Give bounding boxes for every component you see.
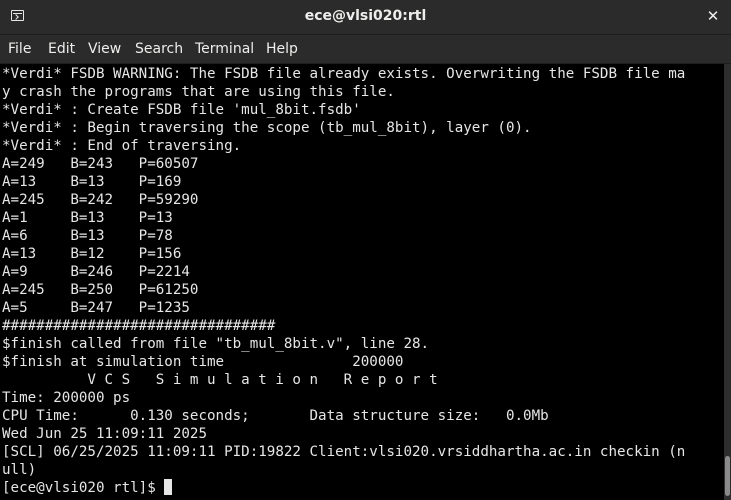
title-bar[interactable]: ece@vlsi020:rtl ✕ bbox=[0, 0, 731, 35]
terminal-scrollbar[interactable] bbox=[724, 64, 731, 500]
shell-prompt: [ece@vlsi020 rtl]$ bbox=[2, 480, 165, 496]
terminal-line: A=1 B=13 P=13 bbox=[2, 210, 173, 226]
menu-edit[interactable]: Edit bbox=[48, 41, 75, 57]
terminal-line: A=6 B=13 P=78 bbox=[2, 228, 173, 244]
terminal-line: Time: 200000 ps bbox=[2, 390, 131, 406]
terminal-line: ################################ bbox=[2, 318, 276, 334]
terminal-line: y crash the programs that are using this… bbox=[2, 84, 395, 100]
terminal-line: *Verdi* : End of traversing. bbox=[2, 138, 242, 154]
terminal-line: A=5 B=247 P=1235 bbox=[2, 300, 190, 316]
terminal-line: *Verdi* : Create FSDB file 'mul_8bit.fsd… bbox=[2, 102, 361, 118]
window-title: ece@vlsi020:rtl bbox=[304, 8, 427, 24]
terminal-line: *Verdi* : Begin traversing the scope (tb… bbox=[2, 120, 532, 136]
terminal-line: A=245 B=242 P=59290 bbox=[2, 192, 199, 208]
menu-help[interactable]: Help bbox=[266, 41, 298, 57]
terminal-line: $finish called from file "tb_mul_8bit.v"… bbox=[2, 336, 430, 352]
terminal-line: A=13 B=12 P=156 bbox=[2, 246, 182, 262]
terminal-line: Wed Jun 25 11:09:11 2025 bbox=[2, 426, 207, 442]
terminal-line: A=245 B=250 P=61250 bbox=[2, 282, 199, 298]
terminal-line: $finish at simulation time 200000 bbox=[2, 354, 404, 370]
close-icon[interactable]: ✕ bbox=[705, 8, 721, 24]
terminal-line: CPU Time: 0.130 seconds; Data structure … bbox=[2, 408, 549, 424]
menu-view[interactable]: View bbox=[88, 41, 121, 57]
scrollbar-thumb[interactable] bbox=[725, 456, 730, 496]
menu-file[interactable]: File bbox=[8, 41, 31, 57]
text-cursor bbox=[164, 479, 173, 495]
menu-terminal[interactable]: Terminal bbox=[195, 41, 254, 57]
terminal-line: A=249 B=243 P=60507 bbox=[2, 156, 199, 172]
menu-bar: File Edit View Search Terminal Help bbox=[0, 35, 731, 64]
terminal-line: A=13 B=13 P=169 bbox=[2, 174, 182, 190]
terminal-line: V C S S i m u l a t i o n R e p o r t bbox=[2, 372, 438, 388]
terminal-line: [SCL] 06/25/2025 11:09:11 PID:19822 Clie… bbox=[2, 444, 686, 460]
terminal-line: *Verdi* FSDB WARNING: The FSDB file alre… bbox=[2, 66, 686, 82]
menu-search[interactable]: Search bbox=[135, 41, 183, 57]
terminal-window: ece@vlsi020:rtl ✕ File Edit View Search … bbox=[0, 0, 731, 500]
terminal-line: A=9 B=246 P=2214 bbox=[2, 264, 190, 280]
terminal-output[interactable]: *Verdi* FSDB WARNING: The FSDB file alre… bbox=[0, 64, 724, 500]
terminal-line: ull) bbox=[2, 462, 37, 478]
shell-prompt-line[interactable]: [ece@vlsi020 rtl]$ bbox=[2, 479, 173, 497]
